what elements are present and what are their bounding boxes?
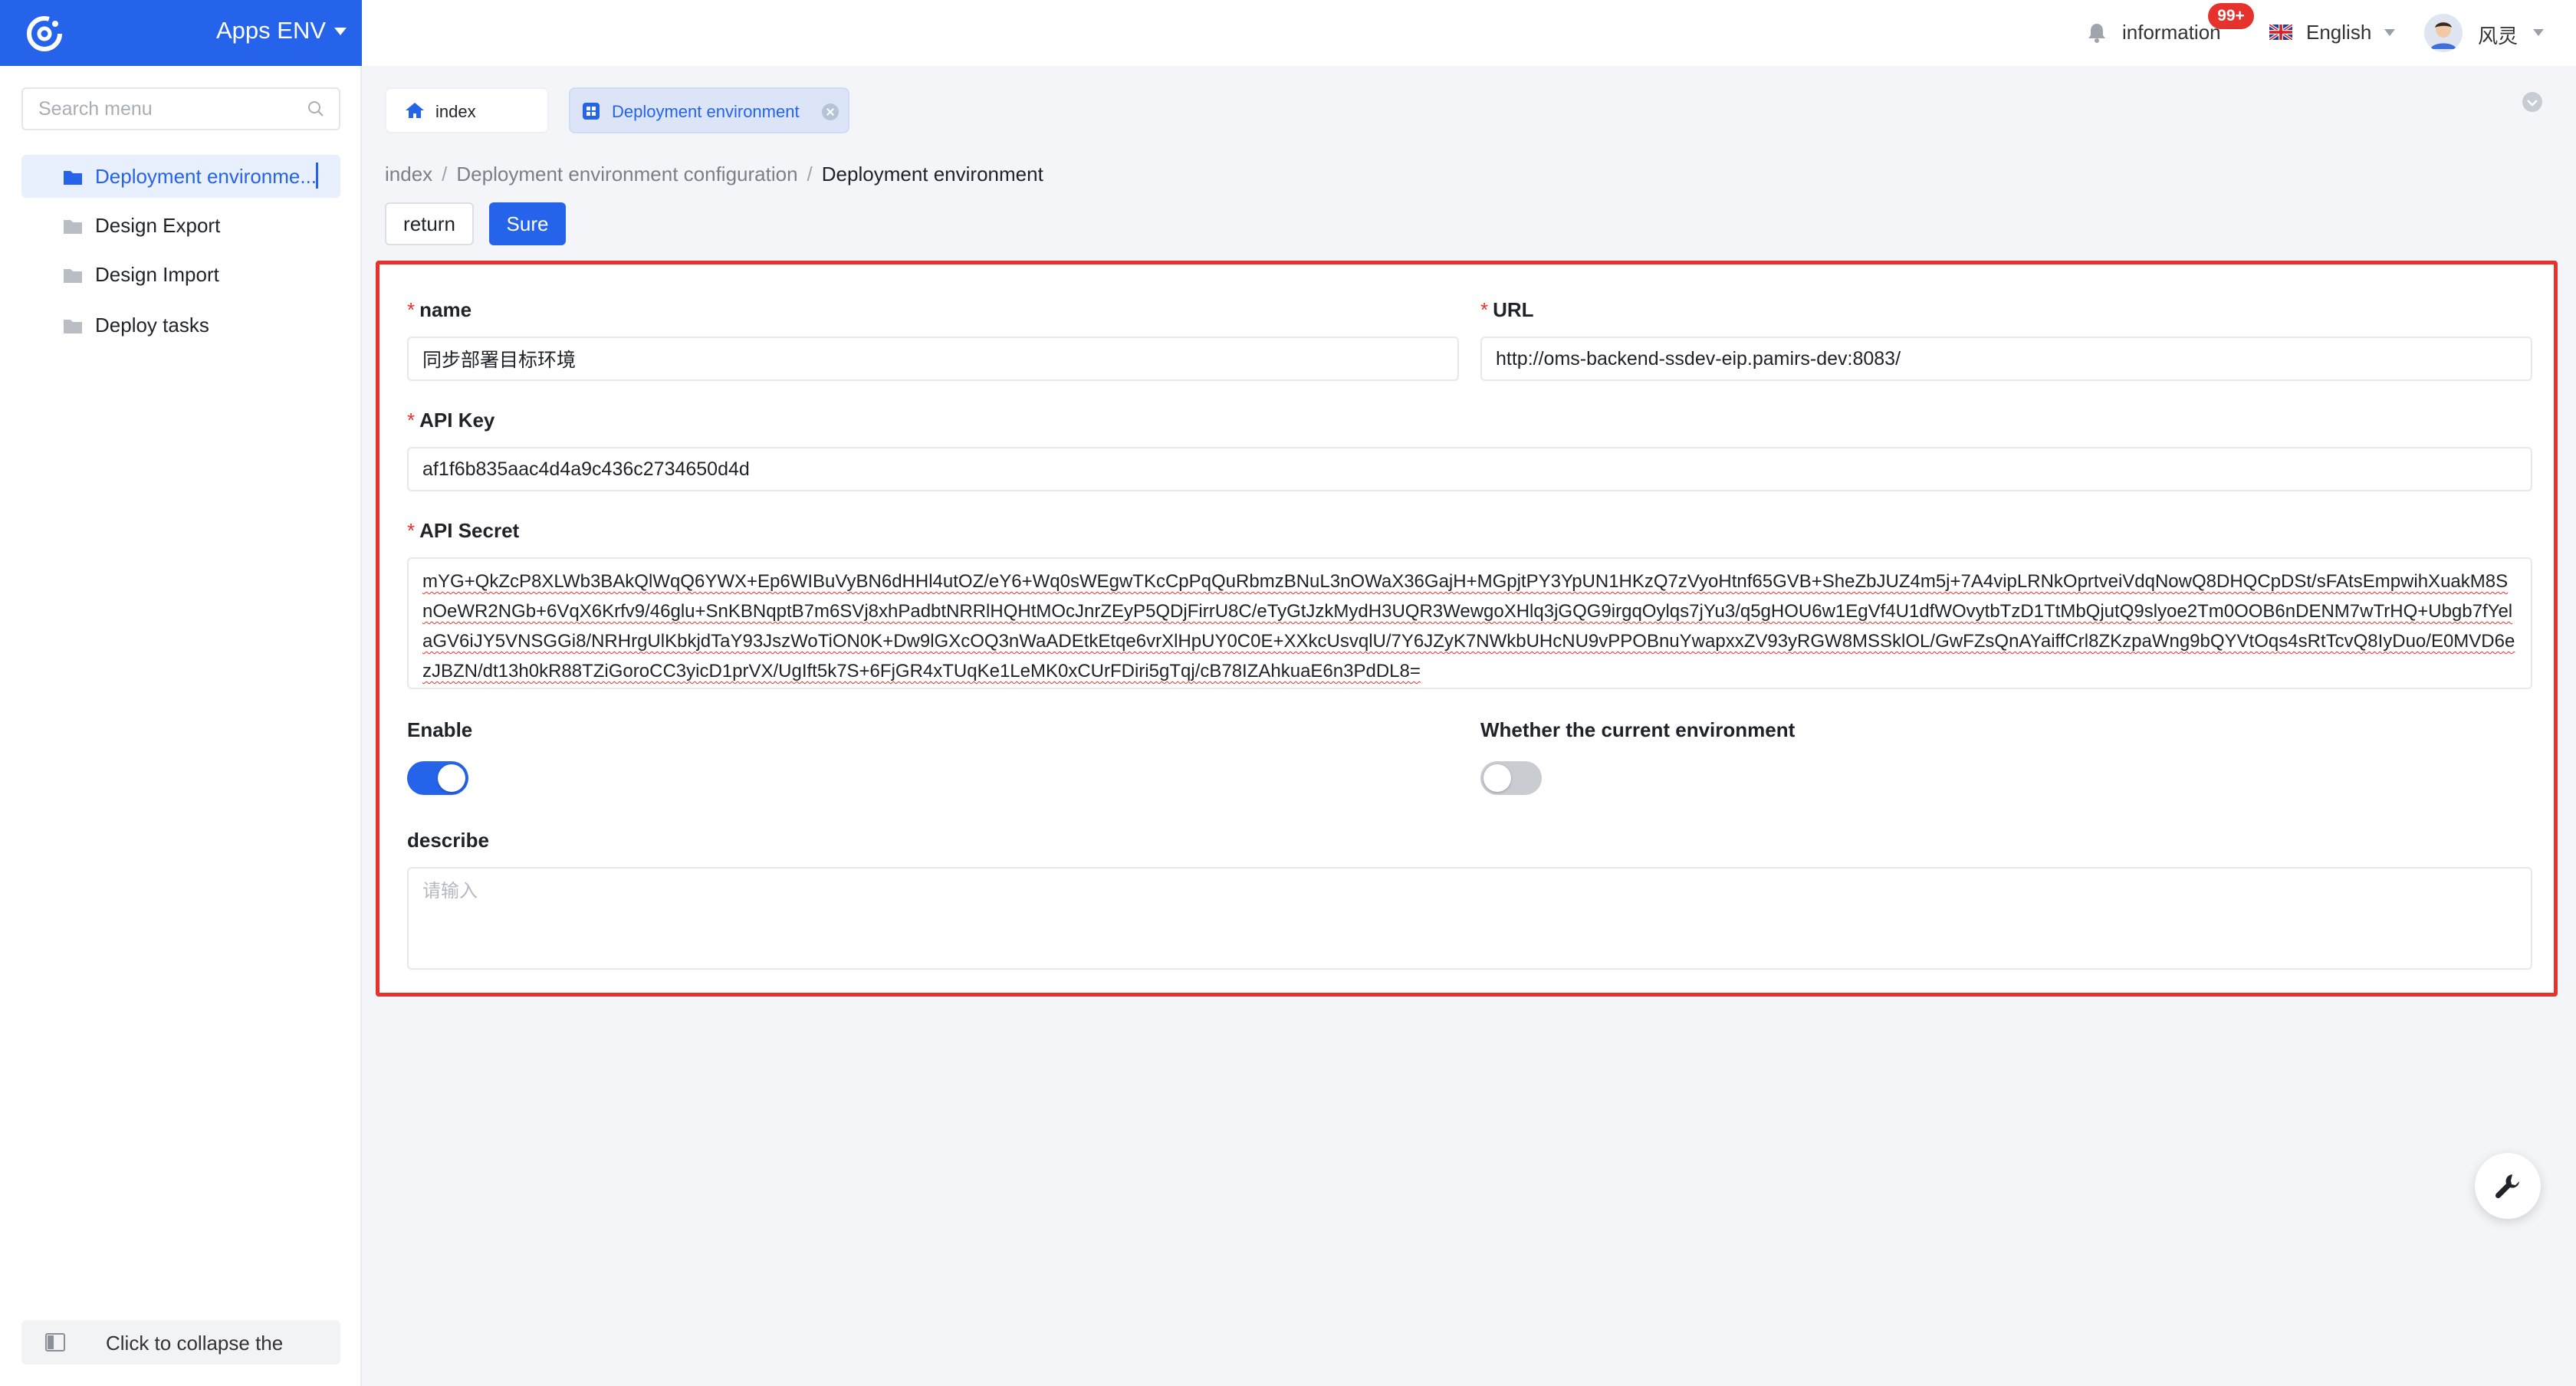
user-name[interactable]: 风灵 <box>2478 21 2518 49</box>
switch-knob <box>1484 764 1511 792</box>
sidebar-item-deploy-tasks[interactable]: Deploy tasks <box>21 304 340 346</box>
breadcrumb-item-current: Deployment environment <box>821 163 1043 186</box>
sidebar-item-label: Design Export <box>95 214 221 237</box>
tools-button[interactable] <box>2475 1153 2541 1219</box>
sidebar-item-deployment-environment[interactable]: Deployment environme... <box>21 155 340 198</box>
avatar[interactable] <box>2424 14 2463 52</box>
collapse-label: Click to collapse the <box>106 1332 284 1355</box>
grid-icon <box>583 103 600 120</box>
close-icon[interactable] <box>822 103 839 120</box>
search-menu <box>21 87 340 130</box>
avatar-icon <box>2424 14 2463 52</box>
tab-label: index <box>435 102 476 121</box>
required-mark: * <box>407 409 416 432</box>
sure-button[interactable]: Sure <box>489 202 566 245</box>
chevron-down-icon[interactable] <box>2533 29 2544 36</box>
wrench-icon <box>2495 1174 2519 1199</box>
chevron-down-circle-icon[interactable] <box>2521 90 2544 113</box>
breadcrumb-item-config[interactable]: Deployment environment configuration <box>456 163 797 186</box>
sidebar-item-design-import[interactable]: Design Import <box>21 253 340 296</box>
folder-icon <box>64 320 82 333</box>
switch-knob <box>438 764 465 792</box>
breadcrumb-separator: / <box>807 163 813 186</box>
search-icon[interactable] <box>307 100 325 118</box>
tab-index[interactable]: index <box>385 87 549 133</box>
breadcrumb-separator: / <box>442 163 448 186</box>
api-key-input[interactable] <box>407 447 2532 491</box>
required-mark: * <box>407 519 416 542</box>
folder-icon <box>64 269 82 283</box>
breadcrumb-item-index[interactable]: index <box>385 163 432 186</box>
chevron-down-icon <box>334 28 347 35</box>
url-input[interactable] <box>1480 337 2532 381</box>
app-switcher[interactable]: Apps ENV <box>0 0 362 66</box>
return-button[interactable]: return <box>385 202 474 245</box>
name-input[interactable] <box>407 337 1459 381</box>
sidebar-item-design-export[interactable]: Design Export <box>21 204 340 247</box>
sidebar-item-label: Deploy tasks <box>95 314 209 337</box>
form-panel: *name *URL *API Key *API Secret mYG+QkZc… <box>376 261 2558 997</box>
notification-badge: 99+ <box>2208 3 2254 29</box>
enable-label: Enable <box>407 718 473 741</box>
tab-deployment-environment[interactable]: Deployment environment <box>569 87 849 133</box>
name-label: * name <box>407 298 472 321</box>
url-label: * URL <box>1480 298 1534 321</box>
folder-icon <box>64 171 82 185</box>
collapse-icon <box>45 1333 65 1352</box>
sidebar-item-label: Design Import <box>95 263 219 286</box>
text-cursor <box>316 163 318 189</box>
language-selector[interactable]: English <box>2306 21 2371 44</box>
current-environment-switch[interactable] <box>1480 761 1542 795</box>
current-environment-label: Whether the current environment <box>1480 718 1796 741</box>
breadcrumb: index / Deployment environment configurati… <box>385 163 1043 186</box>
describe-textarea[interactable] <box>407 867 2532 970</box>
describe-label: describe <box>407 829 489 852</box>
bell-icon[interactable] <box>2087 21 2107 43</box>
notifications-label[interactable]: information <box>2122 21 2221 44</box>
app-name: Apps ENV <box>216 17 327 44</box>
folder-icon <box>64 220 82 234</box>
chevron-down-icon[interactable] <box>2384 29 2395 36</box>
required-mark: * <box>407 298 416 321</box>
enable-switch[interactable] <box>407 761 468 795</box>
logo-icon <box>27 16 62 51</box>
api-secret-label: * API Secret <box>407 519 520 542</box>
sidebar-item-label: Deployment environme... <box>95 165 317 188</box>
search-input[interactable] <box>38 89 299 129</box>
sidebar: Apps ENV Deployment environme... Design … <box>0 0 362 1386</box>
uk-flag-icon <box>2269 25 2292 40</box>
api-secret-textarea[interactable]: mYG+QkZcP8XLWb3BAkQlWqQ6YWX+Ep6WIBuVyBN6… <box>407 557 2532 689</box>
home-icon <box>406 103 424 118</box>
collapse-sidebar-button[interactable]: Click to collapse the <box>21 1320 340 1365</box>
required-mark: * <box>1480 298 1489 321</box>
tab-label: Deployment environment <box>612 102 800 121</box>
api-key-label: * API Key <box>407 409 495 432</box>
